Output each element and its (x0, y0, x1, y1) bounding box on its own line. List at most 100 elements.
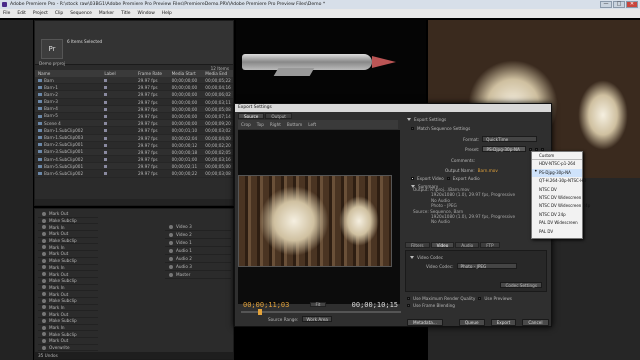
marker-list-item[interactable]: Mark In (38, 285, 98, 292)
marker-list-item[interactable]: Mark In (38, 244, 98, 252)
crop-top[interactable]: Top (257, 122, 264, 127)
marker-list-item[interactable]: Mark Out (38, 338, 98, 345)
label-swatch[interactable] (104, 165, 108, 169)
label-swatch[interactable] (104, 122, 108, 126)
video-codec-select[interactable]: Photo - JPEG (456, 263, 517, 269)
marker-list-item[interactable]: Make Subclip (38, 298, 98, 305)
label-swatch[interactable] (104, 79, 108, 82)
label-swatch[interactable] (104, 143, 108, 147)
marker-list-item[interactable]: Mark Out (38, 271, 98, 278)
table-row[interactable]: Barn-5 29.97 fps 00;00;00;00 00;00;07;14 (35, 113, 233, 121)
track-toggle-icon[interactable] (169, 224, 173, 229)
marker-list-item[interactable]: Make Subclip (38, 218, 98, 225)
crop-right[interactable]: Right (270, 122, 281, 127)
cancel-button[interactable]: Cancel (522, 319, 549, 326)
menu-clip[interactable]: Clip (55, 9, 63, 18)
tab-source[interactable]: Source (238, 113, 265, 119)
preset-menu-item[interactable]: PAL DV Widescreen (532, 219, 582, 227)
marker-list-item[interactable]: Mark Out (38, 291, 98, 298)
preset-menu-item[interactable]: Custom (532, 152, 582, 161)
menu-help[interactable]: Help (162, 9, 172, 18)
label-swatch[interactable] (104, 136, 108, 140)
menu-sequence[interactable]: Sequence (70, 9, 92, 18)
marker-list-item[interactable]: Overwrite (38, 345, 98, 352)
marker-list-item[interactable]: Mark In (38, 265, 98, 272)
preset-menu-item[interactable]: NTSC DV 24p (532, 211, 582, 219)
crop-left[interactable]: Left (308, 122, 316, 127)
track-toggle-icon[interactable] (169, 248, 173, 253)
menu-file[interactable]: File (3, 9, 10, 18)
track-header[interactable]: Master (165, 271, 231, 279)
track-toggle-icon[interactable] (169, 232, 173, 237)
marker-list-item[interactable]: Mark In (38, 325, 98, 332)
preview-scrubber[interactable] (241, 311, 401, 313)
table-row[interactable]: Barn-1 29.97 fps 00;00;00;00 00;00;04;16 (35, 84, 233, 92)
label-swatch[interactable] (104, 172, 108, 176)
menu-project[interactable]: Project (33, 9, 48, 18)
label-swatch[interactable] (104, 86, 108, 90)
minimize-button[interactable]: — (600, 1, 612, 8)
marker-list-item[interactable]: Make Subclip (38, 258, 98, 265)
track-toggle-icon[interactable] (169, 240, 173, 245)
video-codec-triangle-icon[interactable] (410, 256, 414, 259)
match-sequence-checkbox[interactable] (411, 127, 414, 130)
format-select[interactable]: QuickTime (482, 136, 538, 142)
label-swatch[interactable] (104, 93, 108, 97)
max-render-checkbox[interactable] (407, 297, 410, 300)
queue-button[interactable]: Queue (458, 319, 485, 326)
table-row[interactable]: Barn-2 29.97 fps 00;00;00;00 00;00;06;02 (35, 91, 233, 99)
export-audio-checkbox[interactable] (446, 177, 450, 180)
track-header[interactable]: Audio 3 (165, 263, 231, 271)
maximize-button[interactable]: □ (613, 1, 625, 8)
col-label[interactable]: Label (104, 70, 138, 77)
label-swatch[interactable] (104, 150, 108, 154)
track-header[interactable]: Video 2 (165, 231, 231, 239)
table-row[interactable]: Barn 29.97 fps 00;00;00;00 00;00;05;22 (35, 77, 233, 85)
label-swatch[interactable] (104, 129, 108, 133)
current-timecode[interactable]: 00;00;11;03 (243, 301, 289, 309)
tab-filters[interactable]: Filters (405, 242, 430, 248)
marker-list-item[interactable]: Mark Out (38, 311, 98, 318)
menu-title[interactable]: Title (121, 9, 130, 18)
track-toggle-icon[interactable] (169, 264, 173, 269)
col-media-end[interactable]: Media End (205, 70, 233, 77)
col-media-start[interactable]: Media Start (172, 70, 206, 77)
marker-list-item[interactable]: Make Subclip (38, 318, 98, 325)
preset-menu-item[interactable]: NTSC DV Widescreen 24p (532, 202, 590, 210)
label-swatch[interactable] (104, 114, 108, 118)
scrubber-handle[interactable] (258, 309, 262, 315)
table-row[interactable]: Barn-6.SubClip002 29.97 fps 00;00;00;22 00;… (35, 170, 233, 178)
track-header[interactable]: Video 3 (165, 223, 231, 231)
tab-output[interactable]: Output (265, 113, 292, 119)
use-previews-checkbox[interactable] (478, 297, 482, 300)
label-swatch[interactable] (104, 100, 108, 104)
collapse-triangle-icon[interactable] (407, 118, 411, 121)
label-swatch[interactable] (104, 158, 108, 162)
metadata-button[interactable]: Metadata... (407, 319, 443, 326)
track-header[interactable]: Audio 1 (165, 247, 231, 255)
marker-list-item[interactable]: Mark Out (38, 231, 98, 238)
menu-edit[interactable]: Edit (17, 9, 26, 18)
tab-ftp[interactable]: FTP (480, 242, 500, 248)
label-swatch[interactable] (104, 107, 108, 111)
preset-menu-item[interactable]: NTSC DV Widescreen (532, 194, 582, 202)
close-button[interactable]: ✕ (626, 1, 638, 8)
preset-menu-item[interactable]: PS-Djpg-30p-NA (532, 168, 582, 178)
marker-list-item[interactable]: Mark In (38, 305, 98, 312)
preset-menu-item[interactable]: QT-H.264-30p-NTSC-HD (532, 177, 586, 185)
source-range-select[interactable]: Work Area (302, 316, 332, 322)
output-name-link[interactable]: Barn.mov (478, 168, 498, 173)
menu-window[interactable]: Window (137, 9, 154, 18)
track-header[interactable]: Audio 2 (165, 255, 231, 263)
col-frame-rate[interactable]: Frame Rate (138, 70, 172, 77)
menu-marker[interactable]: Marker (99, 9, 114, 18)
crop-tool[interactable]: Crop (241, 122, 251, 127)
tab-video[interactable]: Video (430, 242, 455, 248)
marker-list-item[interactable]: Mark Out (38, 251, 98, 258)
zoom-fit-select[interactable]: Fit (310, 302, 326, 307)
export-video-checkbox[interactable] (411, 177, 414, 180)
marker-list-item[interactable]: Mark In (38, 224, 98, 232)
frame-blending-checkbox[interactable] (407, 304, 410, 307)
codec-settings-button[interactable]: Codec Settings (500, 282, 542, 288)
marker-list-item[interactable]: Make Subclip (38, 331, 98, 339)
